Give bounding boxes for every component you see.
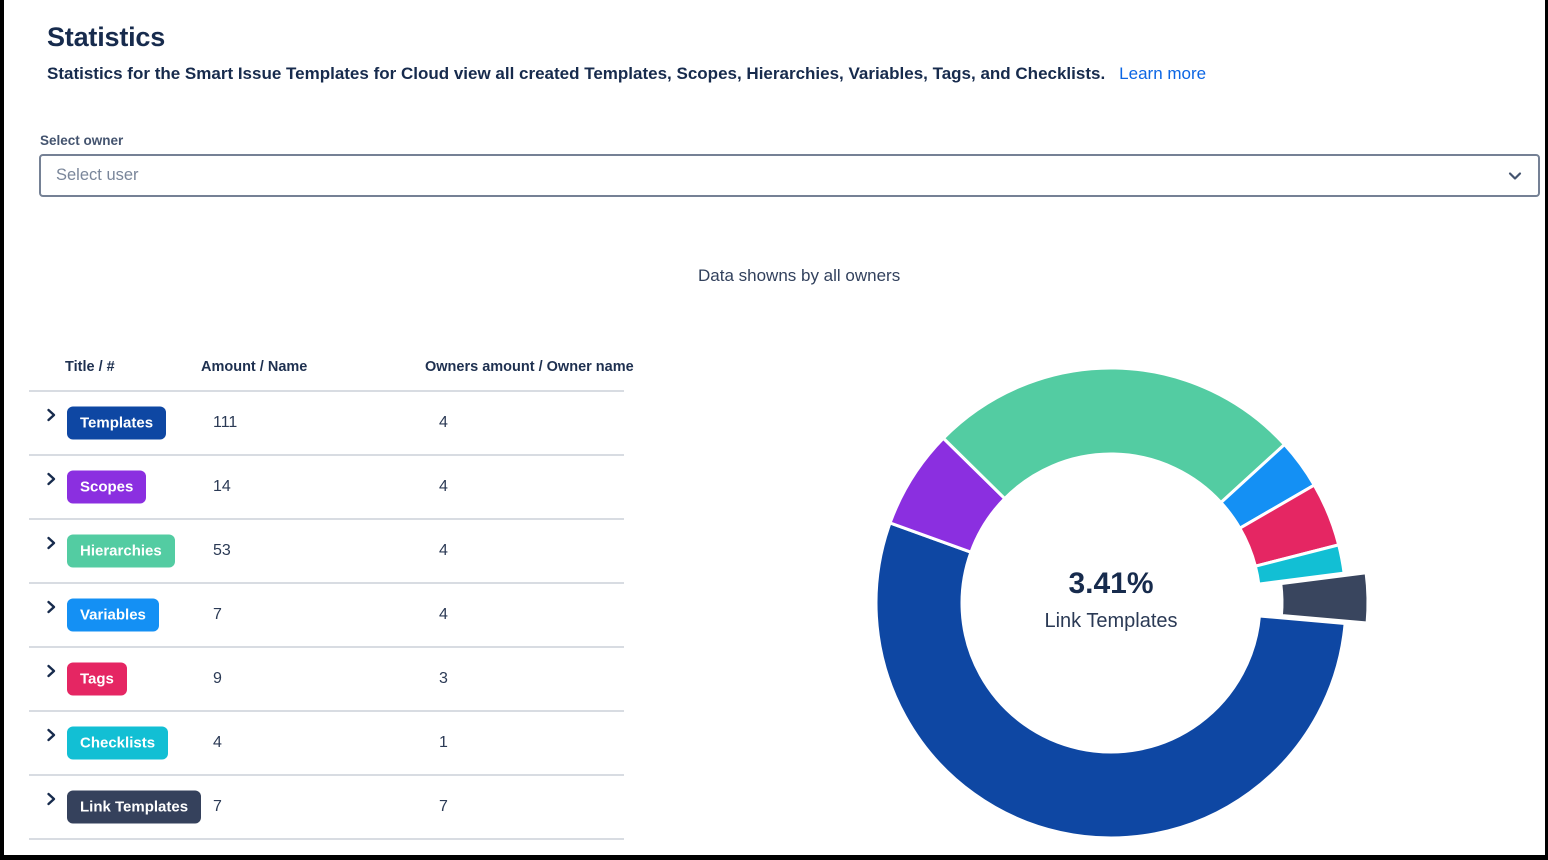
- column-header-title: Title / #: [65, 359, 115, 375]
- amount-value: 9: [213, 670, 222, 688]
- table-header-row: Title / # Amount / Name Owners amount / …: [29, 350, 624, 392]
- column-header-amount: Amount / Name: [201, 359, 307, 375]
- donut-segment-hierarchies[interactable]: [943, 368, 1284, 503]
- amount-value: 53: [213, 542, 231, 560]
- amount-value: 7: [213, 798, 222, 816]
- chevron-right-icon[interactable]: [46, 408, 56, 422]
- table-row-scopes[interactable]: Scopes 14 4: [29, 456, 624, 520]
- statistics-table: Title / # Amount / Name Owners amount / …: [29, 350, 624, 840]
- category-badge: Scopes: [67, 471, 146, 504]
- owner-select[interactable]: Select user: [39, 154, 1540, 197]
- owners-value: 4: [439, 414, 448, 432]
- category-badge: Link Templates: [67, 791, 201, 824]
- page-subtitle: Statistics for the Smart Issue Templates…: [47, 64, 1206, 84]
- table-row-link-templates[interactable]: Link Templates 7 7: [29, 776, 624, 840]
- amount-value: 7: [213, 606, 222, 624]
- chevron-right-icon[interactable]: [46, 728, 56, 742]
- donut-chart: [624, 250, 1548, 860]
- statistics-page: Statistics Statistics for the Smart Issu…: [0, 0, 1548, 860]
- chevron-right-icon[interactable]: [46, 472, 56, 486]
- table-row-hierarchies[interactable]: Hierarchies 53 4: [29, 520, 624, 584]
- category-badge: Hierarchies: [67, 535, 175, 568]
- amount-value: 4: [213, 734, 222, 752]
- subtitle-text: Statistics for the Smart Issue Templates…: [47, 64, 1105, 83]
- column-header-owners: Owners amount / Owner name: [425, 359, 634, 375]
- table-row-variables[interactable]: Variables 7 4: [29, 584, 624, 648]
- owners-value: 4: [439, 606, 448, 624]
- owners-value: 4: [439, 542, 448, 560]
- learn-more-link[interactable]: Learn more: [1119, 64, 1206, 83]
- category-badge: Templates: [67, 407, 166, 440]
- owner-select-placeholder: Select user: [56, 166, 1507, 185]
- table-row-tags[interactable]: Tags 9 3: [29, 648, 624, 712]
- table-row-checklists[interactable]: Checklists 4 1: [29, 712, 624, 776]
- chevron-down-icon: [1507, 168, 1523, 184]
- chevron-right-icon[interactable]: [46, 600, 56, 614]
- table-row-templates[interactable]: Templates 111 4: [29, 392, 624, 456]
- chevron-right-icon[interactable]: [46, 664, 56, 678]
- owners-value: 4: [439, 478, 448, 496]
- chevron-right-icon[interactable]: [46, 792, 56, 806]
- chevron-right-icon[interactable]: [46, 536, 56, 550]
- amount-value: 14: [213, 478, 231, 496]
- category-badge: Checklists: [67, 727, 168, 760]
- owners-value: 7: [439, 798, 448, 816]
- page-title: Statistics: [47, 22, 165, 53]
- owners-value: 3: [439, 670, 448, 688]
- select-owner-label: Select owner: [40, 133, 123, 148]
- category-badge: Variables: [67, 599, 159, 632]
- amount-value: 111: [213, 414, 237, 432]
- owners-value: 1: [439, 734, 448, 752]
- category-badge: Tags: [67, 663, 127, 696]
